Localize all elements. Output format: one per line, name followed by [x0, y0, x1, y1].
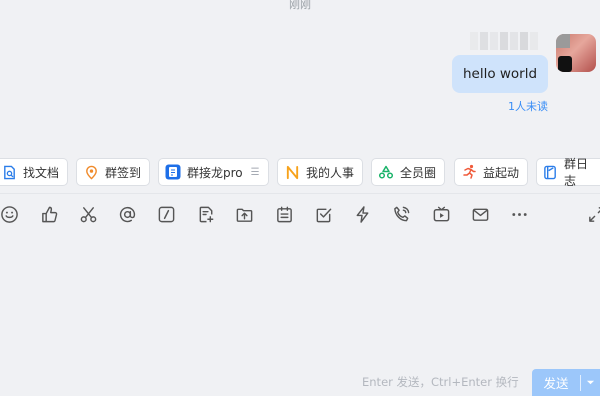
quick-action-label: 群签到	[105, 165, 142, 180]
phone-call-icon[interactable]	[390, 203, 412, 225]
location-pin-icon	[83, 164, 99, 180]
thumbs-up-icon[interactable]	[38, 203, 60, 225]
upload-file-icon[interactable]	[233, 203, 255, 225]
read-status-link[interactable]: 1人未读	[508, 98, 548, 114]
quick-action-yi-qi-dong[interactable]: 益起动	[454, 158, 529, 186]
message-bubble[interactable]: hello world	[452, 55, 548, 93]
journal-icon	[543, 164, 558, 180]
avatar[interactable]	[556, 34, 596, 72]
quick-action-label: 群接龙pro	[187, 165, 243, 180]
send-button[interactable]: 发送	[532, 369, 600, 396]
checkbox-task-icon[interactable]	[312, 203, 334, 225]
sender-name-blurred	[470, 32, 550, 52]
quick-action-solitaire-pro[interactable]: 群接龙pro ☰	[158, 158, 269, 186]
quick-action-label: 我的人事	[306, 165, 355, 180]
drag-handle-icon[interactable]: ☰	[251, 167, 260, 178]
quick-action-label: 益起动	[483, 165, 520, 180]
quick-action-label: 群日志	[564, 157, 589, 188]
message-timestamp: 刚刚	[289, 0, 311, 11]
composer-toolbar	[0, 203, 600, 227]
doc-add-icon[interactable]	[195, 203, 217, 225]
calendar-note-icon[interactable]	[273, 203, 295, 225]
quick-action-all-staff-circle[interactable]: 全员圈	[371, 158, 446, 186]
solitaire-app-icon	[165, 164, 181, 180]
send-button-label: 发送	[543, 376, 569, 391]
doc-search-icon	[1, 164, 17, 180]
quick-action-bar: 找文档 群签到 群接龙pro ☰ 我的人事 全员圈 益起动 群日志	[0, 157, 600, 188]
more-icon[interactable]	[508, 203, 530, 225]
send-shortcut-hint: Enter 发送，Ctrl+Enter 换行	[362, 375, 519, 389]
quick-action-find-doc[interactable]: 找文档	[0, 158, 69, 186]
live-tv-icon[interactable]	[430, 203, 452, 225]
slash-command-icon[interactable]	[155, 203, 177, 225]
quick-action-my-hr[interactable]: 我的人事	[277, 158, 364, 186]
chat-message-area: 刚刚 hello world 1人未读	[0, 0, 600, 150]
expand-icon[interactable]	[585, 203, 600, 225]
chevron-down-icon[interactable]	[581, 378, 600, 387]
quick-action-checkin[interactable]: 群签到	[76, 158, 151, 186]
lightning-icon[interactable]	[351, 203, 373, 225]
runner-icon	[461, 164, 477, 180]
quick-action-label: 找文档	[23, 165, 60, 180]
hr-icon	[284, 164, 300, 180]
recycle-circle-icon	[378, 164, 394, 180]
quick-action-group-journal[interactable]: 群日志	[536, 157, 600, 188]
quick-action-label: 全员圈	[400, 165, 437, 180]
mail-icon[interactable]	[469, 203, 491, 225]
toolbar-divider	[0, 193, 600, 194]
emoji-icon[interactable]	[0, 203, 20, 225]
at-mention-icon[interactable]	[116, 203, 138, 225]
scissors-icon[interactable]	[77, 203, 99, 225]
